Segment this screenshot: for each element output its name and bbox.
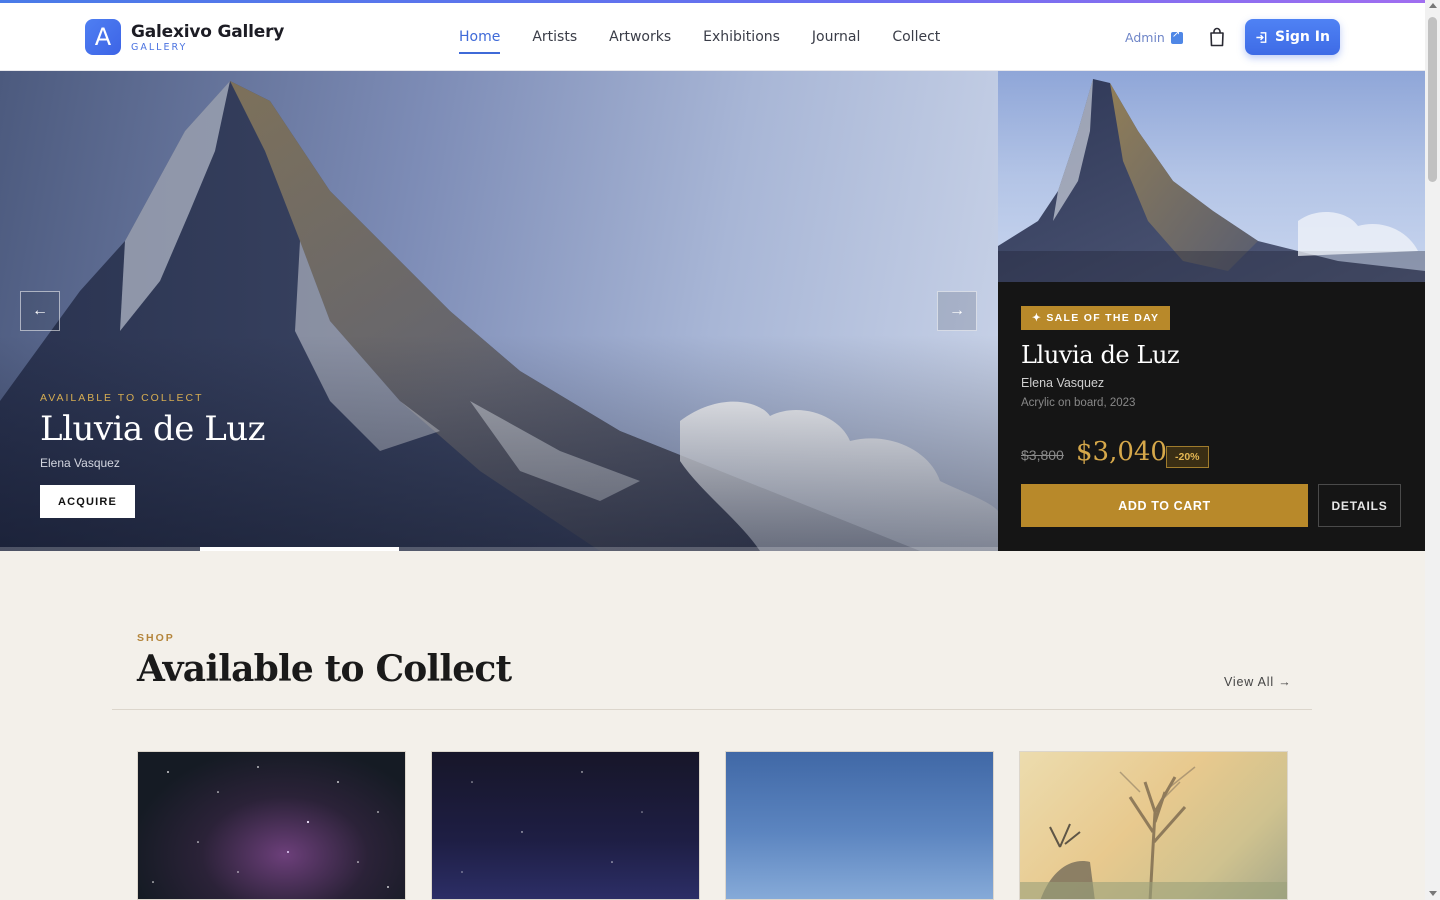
hero-artist: Elena Vasquez <box>40 456 120 470</box>
logo-icon[interactable]: A <box>85 19 121 55</box>
sale-title[interactable]: Lluvia de Luz <box>1021 341 1180 369</box>
hero-slider: ← → AVAILABLE TO COLLECT Lluvia de Luz E… <box>0 71 998 551</box>
admin-label: Admin <box>1125 30 1165 45</box>
admin-link[interactable]: Admin <box>1125 29 1183 45</box>
sale-artwork-image[interactable] <box>998 71 1425 282</box>
slide-progress-fill <box>200 547 399 551</box>
hero-kicker: AVAILABLE TO COLLECT <box>40 392 204 404</box>
artwork-card[interactable] <box>725 751 994 900</box>
hero-next-button[interactable]: → <box>937 291 977 331</box>
hero-title: Lluvia de Luz <box>40 409 266 449</box>
nav-home[interactable]: Home <box>459 29 501 54</box>
discount-badge: -20% <box>1166 446 1209 468</box>
sale-artist[interactable]: Elena Vasquez <box>1021 376 1104 390</box>
nav-artists[interactable]: Artists <box>532 29 577 45</box>
slide-progress[interactable] <box>0 547 998 551</box>
nav-exhibitions[interactable]: Exhibitions <box>703 29 780 45</box>
details-button[interactable]: DETAILS <box>1318 484 1401 527</box>
price-sale: $3,040 <box>1076 437 1167 467</box>
artwork-card[interactable] <box>1019 751 1288 900</box>
nav-collect[interactable]: Collect <box>892 29 940 45</box>
sign-in-icon <box>1256 31 1267 43</box>
sale-mountain-image <box>998 79 1425 282</box>
artwork-card[interactable] <box>137 751 406 900</box>
price-original: $3,800 <box>1021 447 1064 463</box>
nav-artworks[interactable]: Artworks <box>609 29 671 45</box>
scroll-up-arrow-icon[interactable] <box>1429 3 1437 8</box>
brand-name[interactable]: Galexivo Gallery <box>131 22 284 42</box>
night-sky-image <box>461 771 643 873</box>
add-to-cart-button[interactable]: ADD TO CART <box>1021 484 1308 527</box>
brand-subtitle: GALLERY <box>131 42 188 53</box>
sale-medium: Acrylic on board, 2023 <box>1021 397 1136 409</box>
page-scrollbar[interactable] <box>1425 0 1440 900</box>
artwork-card[interactable] <box>431 751 700 900</box>
shop-divider <box>112 709 1312 710</box>
site-header: A Galexivo Gallery GALLERY Home Artists … <box>0 3 1425 71</box>
acquire-button[interactable]: ACQUIRE <box>40 485 135 518</box>
main-nav: Home Artists Artworks Exhibitions Journa… <box>459 29 940 54</box>
shop-kicker: SHOP <box>137 632 175 644</box>
shop-title: Available to Collect <box>137 648 512 690</box>
sign-in-label: Sign In <box>1275 29 1330 45</box>
scroll-thumb[interactable] <box>1428 17 1437 182</box>
sale-of-the-day-panel: ✦ SALE OF THE DAY Lluvia de Luz Elena Va… <box>998 71 1425 551</box>
view-all-link[interactable]: View All → <box>1224 675 1292 689</box>
shopping-bag-icon[interactable] <box>1208 27 1226 47</box>
nav-journal[interactable]: Journal <box>812 29 860 45</box>
sign-in-button[interactable]: Sign In <box>1245 19 1340 55</box>
sale-badge: ✦ SALE OF THE DAY <box>1021 306 1171 330</box>
hero-overlay <box>0 71 998 551</box>
scroll-down-arrow-icon[interactable] <box>1429 891 1437 896</box>
external-link-icon <box>1170 29 1183 44</box>
deer-forest-image <box>1020 766 1287 899</box>
hero-prev-button[interactable]: ← <box>20 291 60 331</box>
milky-way-image <box>152 766 389 888</box>
